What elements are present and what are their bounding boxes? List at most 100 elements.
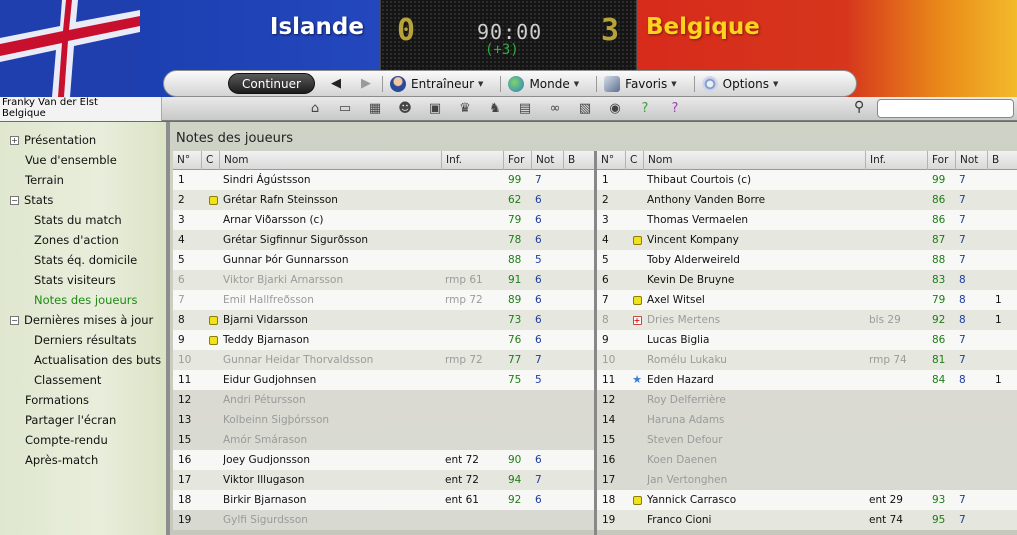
- player-row[interactable]: 3 Thomas Vermaelen 86 7: [597, 210, 1017, 230]
- scout-icon[interactable]: ♞: [484, 98, 506, 118]
- help-icon[interactable]: ?: [634, 98, 656, 118]
- player-row[interactable]: 19 Gylfi Sigurdsson: [173, 510, 597, 530]
- player-name[interactable]: Dries Mertens: [647, 310, 865, 330]
- sidebar-item[interactable]: Classement: [34, 370, 101, 390]
- column-header-name[interactable]: Nom: [219, 151, 441, 170]
- sidebar-item[interactable]: Vue d'ensemble: [25, 150, 117, 170]
- column-header-name[interactable]: Nom: [643, 151, 865, 170]
- sidebar-item[interactable]: Après-match: [25, 450, 98, 470]
- sidebar-item[interactable]: Compte-rendu: [25, 430, 108, 450]
- sidebar-item[interactable]: Formations: [25, 390, 89, 410]
- player-row[interactable]: 15 Steven Defour: [597, 430, 1017, 450]
- player-name[interactable]: Lucas Biglia: [647, 330, 865, 350]
- player-name[interactable]: Franco Cioni: [647, 510, 865, 530]
- player-name[interactable]: Gunnar Heidar Thorvaldsson: [223, 350, 441, 370]
- collapse-icon[interactable]: −: [10, 316, 19, 325]
- player-row[interactable]: 7 Emil Hallfreðsson rmp 72 89 6: [173, 290, 597, 310]
- column-header-card[interactable]: C: [625, 151, 643, 170]
- player-row[interactable]: 10 Romélu Lukaku rmp 74 81 7: [597, 350, 1017, 370]
- player-name[interactable]: Steven Defour: [647, 430, 865, 450]
- player-row[interactable]: 9 Teddy Bjarnason 76 6: [173, 330, 597, 350]
- player-row[interactable]: 4 Vincent Kompany 87 7: [597, 230, 1017, 250]
- column-header-for[interactable]: For: [927, 151, 955, 170]
- player-name[interactable]: Grétar Sigfinnur Sigurðsson: [223, 230, 441, 250]
- player-row[interactable]: 11 Eidur Gudjohnsen 75 5: [173, 370, 597, 390]
- sidebar-item[interactable]: Stats visiteurs: [34, 270, 116, 290]
- player-row[interactable]: 6 Kevin De Bruyne 83 8: [597, 270, 1017, 290]
- player-name[interactable]: Arnar Viðarsson (c): [223, 210, 441, 230]
- player-row[interactable]: 15 Amór Smárason: [173, 430, 597, 450]
- continue-button[interactable]: Continuer: [228, 73, 315, 94]
- back-arrow-icon[interactable]: ◀: [327, 76, 345, 91]
- column-header-for[interactable]: For: [503, 151, 531, 170]
- player-name[interactable]: Yannick Carrasco: [647, 490, 865, 510]
- sidebar-item[interactable]: Terrain: [25, 170, 64, 190]
- player-name[interactable]: Thibaut Courtois (c): [647, 170, 865, 190]
- home-icon[interactable]: ⌂: [304, 98, 326, 118]
- player-name[interactable]: Amór Smárason: [223, 430, 441, 450]
- player-name[interactable]: Bjarni Vidarsson: [223, 310, 441, 330]
- player-row[interactable]: 1 Sindri Ágústsson 99 7: [173, 170, 597, 190]
- search-icon[interactable]: ⚲: [854, 99, 864, 115]
- menu-options[interactable]: Options ▼: [701, 75, 778, 92]
- player-row[interactable]: 16 Koen Daenen: [597, 450, 1017, 470]
- player-row[interactable]: 18 Birkir Bjarnason ent 61 92 6: [173, 490, 597, 510]
- column-header-num[interactable]: N°: [173, 151, 201, 170]
- player-name[interactable]: Teddy Bjarnason: [223, 330, 441, 350]
- player-row[interactable]: 9 Lucas Biglia 86 7: [597, 330, 1017, 350]
- player-row[interactable]: 19 Franco Cioni ent 74 95 7: [597, 510, 1017, 530]
- menu-favorites[interactable]: Favoris ▼: [604, 75, 677, 92]
- player-name[interactable]: Kevin De Bruyne: [647, 270, 865, 290]
- search-input[interactable]: [877, 99, 1014, 118]
- player-name[interactable]: Haruna Adams: [647, 410, 865, 430]
- player-row[interactable]: 1 Thibaut Courtois (c) 99 7: [597, 170, 1017, 190]
- player-row[interactable]: 11 ★ Eden Hazard 84 8 1: [597, 370, 1017, 390]
- player-name[interactable]: Birkir Bjarnason: [223, 490, 441, 510]
- player-name[interactable]: Gylfi Sigurdsson: [223, 510, 441, 530]
- menu-world[interactable]: Monde ▼: [508, 75, 579, 92]
- player-name[interactable]: Joey Gudjonsson: [223, 450, 441, 470]
- player-row[interactable]: 12 Andri Pétursson: [173, 390, 597, 410]
- expand-icon[interactable]: +: [10, 136, 19, 145]
- binoculars-icon[interactable]: ∞: [544, 98, 566, 118]
- player-name[interactable]: Sindri Ágústsson: [223, 170, 441, 190]
- column-header-card[interactable]: C: [201, 151, 219, 170]
- sidebar-item[interactable]: Notes des joueurs: [34, 290, 138, 310]
- sidebar-item[interactable]: − Dernières mises à jour: [10, 310, 153, 330]
- player-row[interactable]: 8 Bjarni Vidarsson 73 6: [173, 310, 597, 330]
- tactics-icon[interactable]: ▣: [424, 98, 446, 118]
- player-row[interactable]: 13 Kolbeinn Sigþórsson: [173, 410, 597, 430]
- column-header-b[interactable]: B: [987, 151, 1011, 170]
- player-row[interactable]: 18 Yannick Carrasco ent 29 93 7: [597, 490, 1017, 510]
- sidebar-item[interactable]: Derniers résultats: [34, 330, 136, 350]
- player-row[interactable]: 3 Arnar Viðarsson (c) 79 6: [173, 210, 597, 230]
- player-name[interactable]: Romélu Lukaku: [647, 350, 865, 370]
- sidebar-item[interactable]: Stats éq. domicile: [34, 250, 137, 270]
- player-row[interactable]: 4 Grétar Sigfinnur Sigurðsson 78 6: [173, 230, 597, 250]
- player-row[interactable]: 12 Roy Delferrière: [597, 390, 1017, 410]
- globe-icon[interactable]: ◉: [604, 98, 626, 118]
- collapse-icon[interactable]: −: [10, 196, 19, 205]
- player-name[interactable]: Toby Alderweireld: [647, 250, 865, 270]
- player-name[interactable]: Viktor Bjarki Arnarsson: [223, 270, 441, 290]
- player-row[interactable]: 5 Gunnar Þór Gunnarsson 88 5: [173, 250, 597, 270]
- menu-manager[interactable]: Entraîneur ▼: [390, 75, 483, 92]
- column-header-inf[interactable]: Inf.: [441, 151, 503, 170]
- player-name[interactable]: Viktor Illugason: [223, 470, 441, 490]
- player-name[interactable]: Roy Delferrière: [647, 390, 865, 410]
- player-row[interactable]: 17 Jan Vertonghen: [597, 470, 1017, 490]
- player-name[interactable]: Grétar Rafn Steinsson: [223, 190, 441, 210]
- trophy-icon[interactable]: ♛: [454, 98, 476, 118]
- player-row[interactable]: 2 Anthony Vanden Borre 86 7: [597, 190, 1017, 210]
- player-name[interactable]: Andri Pétursson: [223, 390, 441, 410]
- player-row[interactable]: 8 + Dries Mertens bls 29 92 8 1: [597, 310, 1017, 330]
- player-row[interactable]: 14 Haruna Adams: [597, 410, 1017, 430]
- player-row[interactable]: 16 Joey Gudjonsson ent 72 90 6: [173, 450, 597, 470]
- clipboard-icon[interactable]: ▤: [514, 98, 536, 118]
- player-row[interactable]: 10 Gunnar Heidar Thorvaldsson rmp 72 77 7: [173, 350, 597, 370]
- player-row[interactable]: 2 Grétar Rafn Steinsson 62 6: [173, 190, 597, 210]
- player-name[interactable]: Anthony Vanden Borre: [647, 190, 865, 210]
- player-name[interactable]: Gunnar Þór Gunnarsson: [223, 250, 441, 270]
- player-name[interactable]: Koen Daenen: [647, 450, 865, 470]
- sidebar-item[interactable]: Stats du match: [34, 210, 122, 230]
